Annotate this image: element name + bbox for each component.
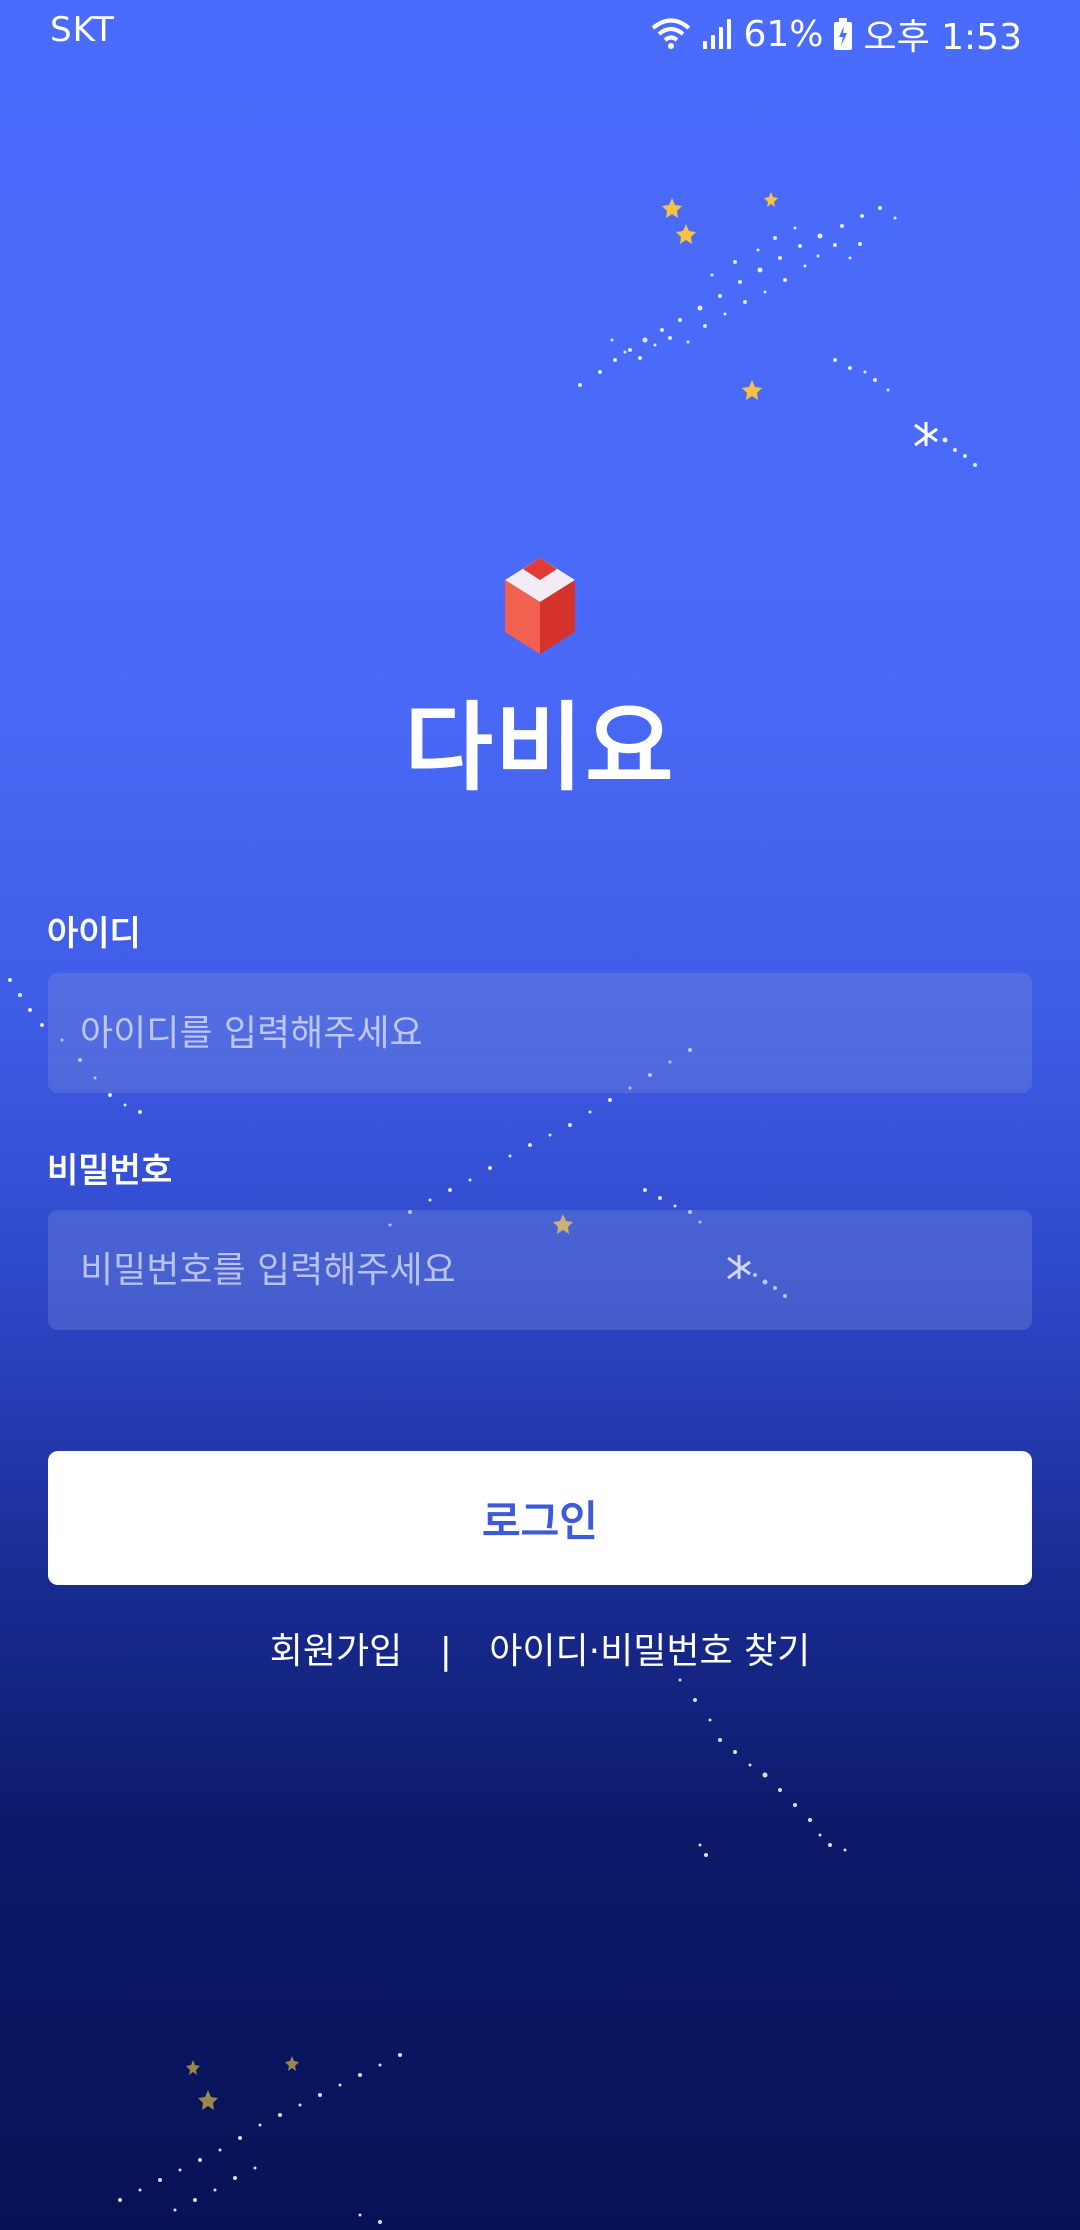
find-account-link[interactable]: 아이디·비밀번호 찾기 — [489, 1622, 810, 1674]
id-field[interactable] — [48, 973, 1032, 1093]
link-separator: | — [439, 1631, 452, 1672]
app-title: 다비요 — [404, 692, 676, 804]
status-bar: SKT 61% 오후 1:53 — [0, 0, 1080, 64]
login-button[interactable]: 로그인 — [48, 1451, 1032, 1585]
background-stars — [8, 192, 977, 2224]
cube-logo-icon — [505, 558, 575, 654]
password-field[interactable] — [48, 1210, 1032, 1330]
battery-percent: 61% — [743, 13, 824, 55]
id-label: 아이디 — [47, 914, 141, 954]
signal-icon — [701, 17, 733, 51]
password-label: 비밀번호 — [47, 1151, 173, 1191]
id-input[interactable] — [78, 1011, 1032, 1055]
status-icons: 61% 오후 1:53 — [651, 8, 1022, 60]
password-input[interactable] — [78, 1248, 1032, 1292]
wifi-icon — [651, 17, 691, 51]
battery-icon — [833, 17, 853, 51]
signup-link[interactable]: 회원가입 — [270, 1622, 402, 1674]
carrier-label: SKT — [50, 10, 116, 50]
auth-links: 회원가입 | 아이디·비밀번호 찾기 — [0, 1622, 1080, 1674]
clock: 오후 1:53 — [863, 17, 1022, 58]
